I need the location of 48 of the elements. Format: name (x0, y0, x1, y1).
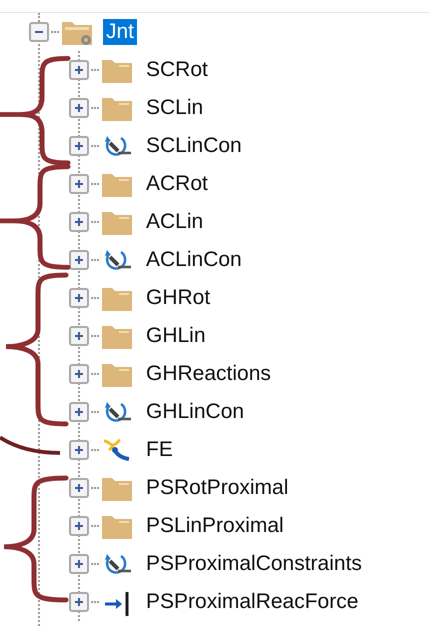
expand-button[interactable] (69, 364, 89, 384)
plus-icon (72, 519, 86, 533)
tree-item[interactable]: Jnt (103, 19, 138, 45)
expand-button[interactable] (69, 250, 89, 270)
plus-icon (72, 177, 86, 191)
expand-button[interactable] (69, 516, 89, 536)
plus-icon (72, 481, 86, 495)
expand-button[interactable] (69, 98, 89, 118)
plus-icon (72, 329, 86, 343)
plus-icon (72, 557, 86, 571)
expand-button[interactable] (69, 592, 89, 612)
expand-button[interactable] (69, 288, 89, 308)
expand-button[interactable] (69, 478, 89, 498)
expand-button[interactable] (69, 212, 89, 232)
tree-item[interactable]: SCLinCon (143, 133, 245, 159)
plus-icon (72, 253, 86, 267)
tree-item[interactable]: SCLin (143, 95, 206, 121)
tree-item[interactable]: FE (143, 437, 176, 463)
plus-icon (72, 405, 86, 419)
tree-item[interactable]: PSRotProximal (143, 475, 292, 501)
tree-item[interactable]: PSProximalReacForce (143, 589, 362, 615)
expand-button[interactable] (69, 326, 89, 346)
tree-item[interactable]: SCRot (143, 57, 211, 83)
expand-button[interactable] (69, 136, 89, 156)
expand-button[interactable] (69, 174, 89, 194)
tree-item[interactable]: PSProximalConstraints (143, 551, 365, 577)
plus-icon (72, 101, 86, 115)
expand-button[interactable] (69, 440, 89, 460)
tree-item[interactable]: GHLin (143, 323, 209, 349)
tree-item[interactable]: GHLinCon (143, 399, 248, 425)
plus-icon (72, 291, 86, 305)
plus-icon (72, 595, 86, 609)
plus-icon (72, 139, 86, 153)
tree-item[interactable]: PSLinProximal (143, 513, 287, 539)
plus-icon (72, 443, 86, 457)
tree-item[interactable]: GHRot (143, 285, 214, 311)
tree-item[interactable]: GHReactions (143, 361, 274, 387)
tree-item[interactable]: ACLin (143, 209, 206, 235)
expand-button[interactable] (69, 554, 89, 574)
expand-button[interactable] (69, 402, 89, 422)
plus-icon (72, 367, 86, 381)
plus-icon (72, 63, 86, 77)
tree-item[interactable]: ACLinCon (143, 247, 245, 273)
tree-item[interactable]: ACRot (143, 171, 211, 197)
plus-icon (72, 215, 86, 229)
collapse-button[interactable] (29, 22, 49, 42)
curve-line (0, 436, 60, 455)
expand-button[interactable] (69, 60, 89, 80)
